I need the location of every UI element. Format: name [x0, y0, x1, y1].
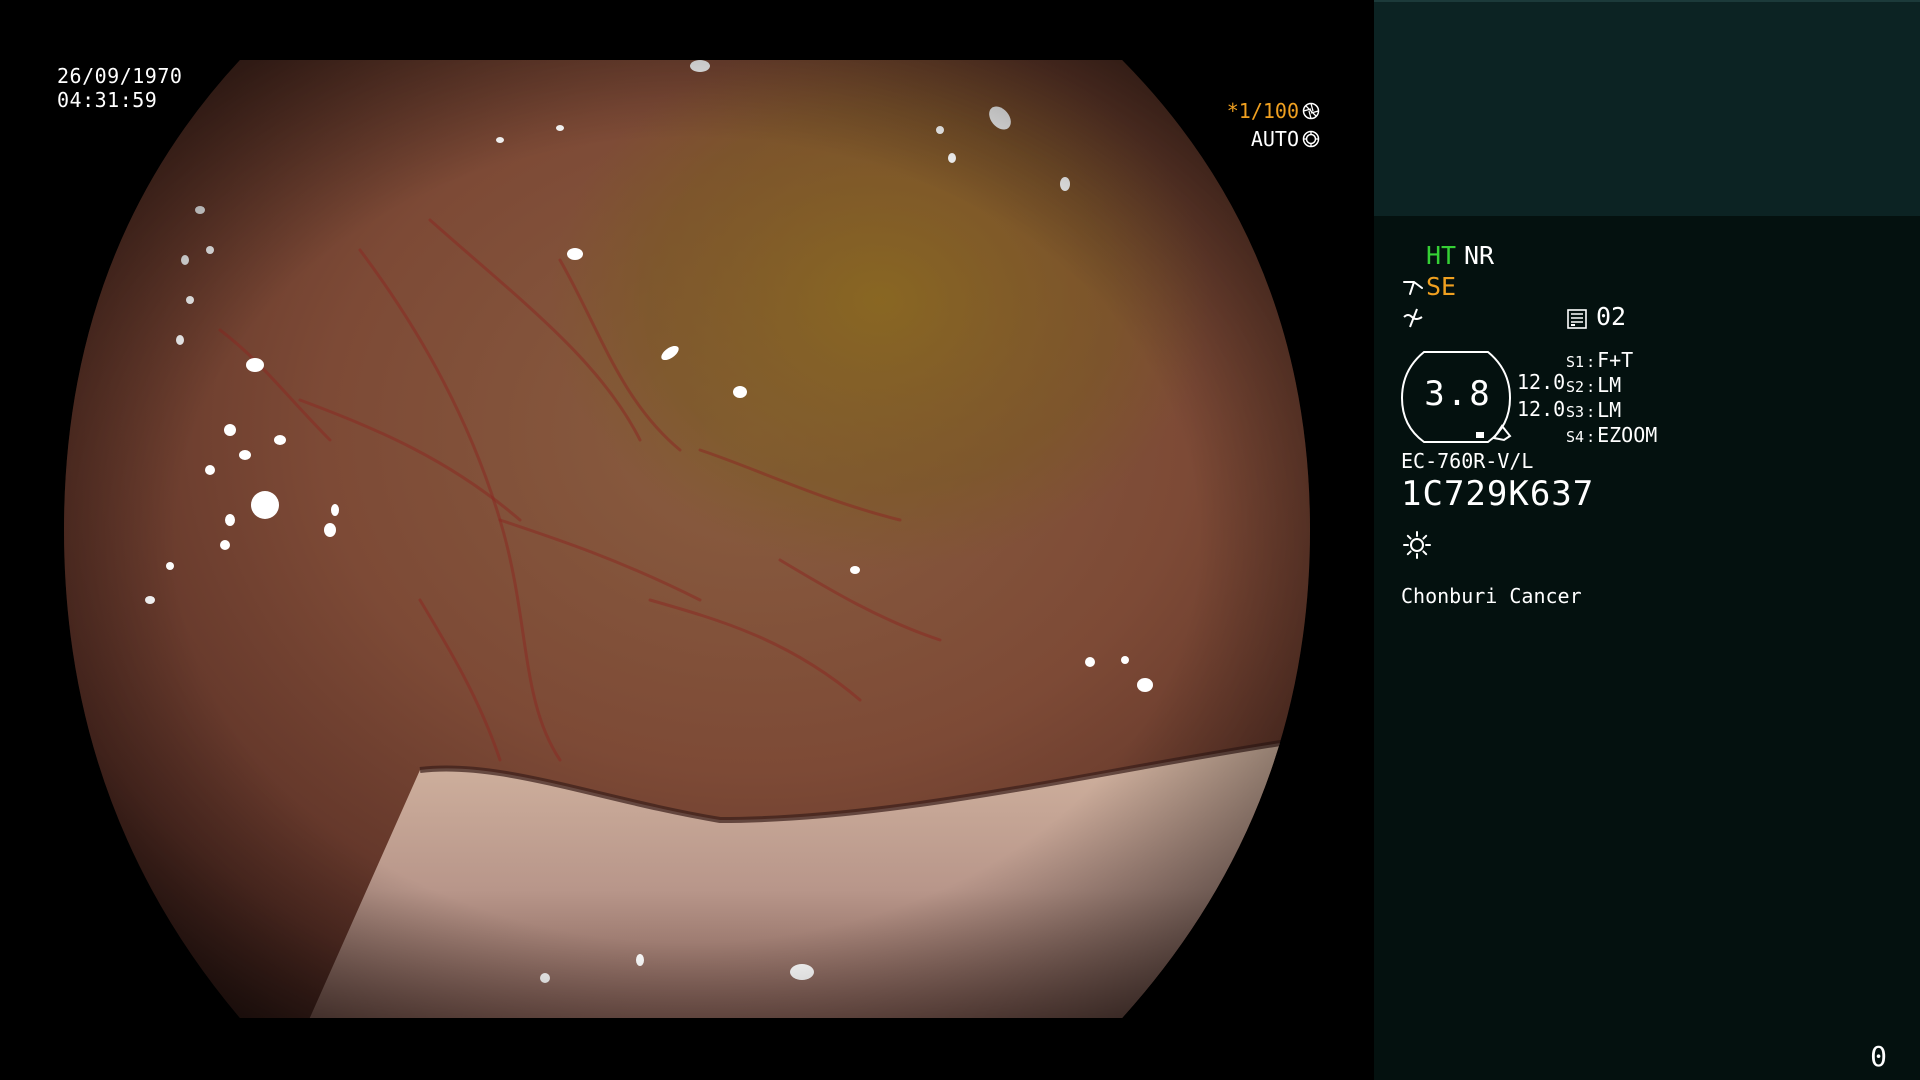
shutter-speed-indicator: *1/100	[1227, 98, 1320, 124]
switch-key: S4	[1566, 428, 1585, 446]
switch-value: LM	[1597, 373, 1622, 397]
exam-time: 04:31:59	[57, 88, 158, 112]
memo-count: 02	[1596, 302, 1627, 331]
zoom-marker-icon	[1476, 424, 1512, 442]
light-sun-icon	[1403, 531, 1431, 559]
switch-value: F+T	[1597, 348, 1634, 372]
endoscope-image	[64, 60, 1310, 1018]
iris-mode-text: AUTO	[1250, 127, 1299, 151]
iris-icon	[1302, 130, 1320, 148]
switch-separator: :	[1586, 378, 1596, 396]
scope-serial-number: 1C729K637	[1401, 474, 1595, 514]
shutter-speed-text: *1/100	[1226, 99, 1299, 123]
institution-name: Chonburi Cancer	[1401, 584, 1582, 608]
mode-ht-label: HT	[1426, 241, 1457, 270]
image-counter: 0	[1870, 1040, 1887, 1073]
enhance-value-1: 12.0	[1517, 370, 1566, 394]
enhance-value-2: 12.0	[1517, 397, 1566, 421]
switch-separator: :	[1586, 403, 1596, 421]
info-panel: HT NR SE 02 3.8 12.0 12.0 S1 : F+T S2 : …	[1374, 0, 1920, 1080]
switch-row-s3: S3 : LM	[1566, 398, 1621, 422]
switch-row-s1: S1 : F+T	[1566, 348, 1633, 372]
switch-row-s4: S4 : EZOOM	[1566, 423, 1657, 447]
scope-model: EC-760R-V/L	[1401, 449, 1534, 473]
scope-angle-icon	[1403, 281, 1423, 295]
panel-header	[1374, 0, 1920, 216]
wave-slash-icon	[1403, 308, 1423, 328]
mode-se-label: SE	[1426, 272, 1457, 301]
switch-key: S2	[1566, 378, 1585, 396]
switch-value: EZOOM	[1597, 423, 1658, 447]
exam-date: 26/09/1970	[57, 64, 183, 88]
switch-separator: :	[1586, 428, 1596, 446]
switch-value: LM	[1597, 398, 1622, 422]
aperture-icon	[1302, 102, 1320, 120]
memo-icon	[1567, 309, 1587, 329]
iris-mode-indicator: AUTO	[1251, 126, 1320, 152]
switch-key: S1	[1566, 353, 1585, 371]
zoom-value: 3.8	[1424, 374, 1492, 414]
switch-key: S3	[1566, 403, 1585, 421]
endoscope-video-area: 26/09/1970 04:31:59 *1/100 AUTO	[0, 0, 1374, 1080]
mode-nr-label: NR	[1464, 241, 1495, 270]
switch-separator: :	[1586, 353, 1596, 371]
switch-row-s2: S2 : LM	[1566, 373, 1621, 397]
